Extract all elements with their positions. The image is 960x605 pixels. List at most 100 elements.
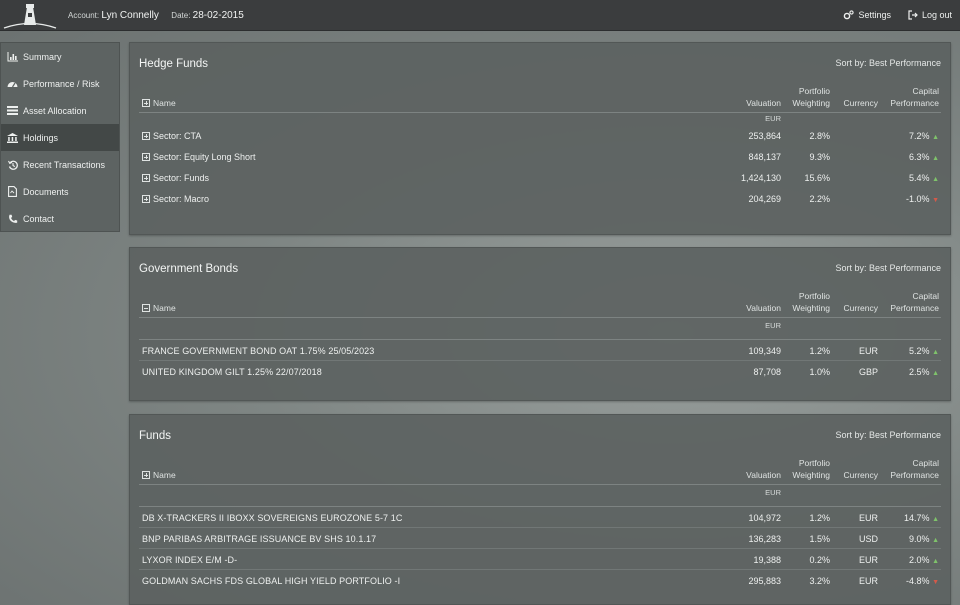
list-icon — [7, 105, 18, 116]
row-valuation: 104,972 — [748, 513, 781, 523]
row-name: Sector: Macro — [153, 194, 210, 204]
row-currency: EUR — [858, 513, 878, 523]
sidebar-item-performance-risk[interactable]: Performance / Risk — [1, 70, 119, 97]
row-performance: 14.7% — [904, 513, 930, 523]
performance-column-header[interactable]: Capital Performance — [879, 85, 939, 109]
row-weighting: 0.2% — [809, 555, 830, 565]
bank-icon — [7, 132, 18, 143]
row-weighting: 9.3% — [809, 152, 830, 162]
expand-icon[interactable] — [142, 132, 150, 140]
sidebar-item-contact[interactable]: Contact — [1, 205, 119, 232]
sidebar-item-label: Asset Allocation — [23, 105, 87, 116]
table-row[interactable]: UNITED KINGDOM GILT 1.25% 22/07/2018 87,… — [139, 361, 941, 382]
up-arrow-icon: ▲ — [932, 134, 939, 141]
row-name: BNP PARIBAS ARBITRAGE ISSUANCE BV SHS 10… — [142, 534, 377, 544]
row-name: Sector: CTA — [153, 131, 202, 141]
expand-all-icon[interactable] — [142, 471, 150, 479]
government-bonds-panel: Government Bonds Sort by: Best Performan… — [129, 247, 951, 401]
sidebar-item-label: Documents — [23, 186, 69, 197]
table-row[interactable]: LYXOR INDEX E/M -D- 19,388 0.2% EUR 2.0%… — [139, 549, 941, 570]
expand-icon[interactable] — [142, 195, 150, 203]
valuation-column-header[interactable]: Valuation — [746, 469, 781, 481]
row-currency: GBP — [858, 367, 878, 377]
table-row[interactable]: Sector: Funds 1,424,130 15.6% 5.4% ▲ — [139, 167, 941, 188]
sort-dropdown[interactable]: Sort by: Best Performance — [835, 58, 941, 68]
table-row[interactable]: GOLDMAN SACHS FDS GLOBAL HIGH YIELD PORT… — [139, 570, 941, 591]
collapse-all-icon[interactable] — [142, 304, 150, 312]
expand-icon[interactable] — [142, 174, 150, 182]
up-arrow-icon: ▲ — [932, 516, 939, 523]
logout-button[interactable]: Log out — [908, 10, 952, 20]
hedge-funds-table: Name Valuation Portfolio Weighting Curren… — [139, 81, 941, 209]
name-column-header[interactable]: Name — [142, 97, 176, 109]
sidebar-item-summary[interactable]: Summary — [1, 43, 119, 70]
document-icon — [7, 186, 18, 197]
up-arrow-icon: ▲ — [932, 155, 939, 162]
row-weighting: 1.0% — [809, 367, 830, 377]
units-row: EUR — [139, 318, 941, 340]
logout-label: Log out — [921, 10, 952, 20]
table-header: Name Valuation Portfolio Weighting Curren… — [139, 453, 941, 485]
row-valuation: 295,883 — [748, 576, 781, 586]
sidebar-item-holdings[interactable]: Holdings — [1, 124, 119, 151]
row-name: DB X-TRACKERS II IBOXX SOVEREIGNS EUROZO… — [142, 513, 403, 523]
date-label: Date: — [171, 11, 191, 20]
table-header: Name Valuation Portfolio Weighting Curren… — [139, 81, 941, 113]
row-name: Sector: Equity Long Short — [153, 152, 256, 162]
sidebar-item-label: Performance / Risk — [23, 78, 100, 89]
funds-panel: Funds Sort by: Best Performance Name Val… — [129, 414, 951, 605]
performance-column-header[interactable]: Capital Performance — [879, 290, 939, 314]
row-valuation: 204,269 — [748, 194, 781, 204]
units-label: EUR — [765, 321, 781, 330]
sort-dropdown[interactable]: Sort by: Best Performance — [835, 263, 941, 273]
sidebar-item-label: Holdings — [23, 132, 59, 143]
currency-column-header[interactable]: Currency — [844, 469, 878, 481]
currency-column-header[interactable]: Currency — [844, 302, 878, 314]
performance-column-header[interactable]: Capital Performance — [879, 457, 939, 481]
up-arrow-icon: ▲ — [932, 370, 939, 377]
table-row[interactable]: Sector: Macro 204,269 2.2% -1.0% ▼ — [139, 188, 941, 209]
name-column-header[interactable]: Name — [142, 469, 176, 481]
units-label: EUR — [765, 488, 781, 497]
weighting-column-header[interactable]: Portfolio Weighting — [784, 457, 830, 481]
valuation-column-header[interactable]: Valuation — [746, 97, 781, 109]
units-row: EUR — [139, 113, 941, 125]
name-column-header[interactable]: Name — [142, 302, 176, 314]
cogs-icon — [844, 10, 855, 20]
row-valuation: 136,283 — [748, 534, 781, 544]
sort-dropdown[interactable]: Sort by: Best Performance — [835, 430, 941, 440]
row-currency: EUR — [858, 555, 878, 565]
lighthouse-logo-icon[interactable] — [2, 1, 58, 30]
valuation-column-header[interactable]: Valuation — [746, 302, 781, 314]
row-weighting: 2.2% — [809, 194, 830, 204]
row-weighting: 3.2% — [809, 576, 830, 586]
table-row[interactable]: Sector: CTA 253,864 2.8% 7.2% ▲ — [139, 125, 941, 146]
row-name: Sector: Funds — [153, 173, 210, 183]
sidebar-item-recent-transactions[interactable]: Recent Transactions — [1, 151, 119, 178]
row-performance: -1.0% — [906, 194, 930, 204]
weighting-column-header[interactable]: Portfolio Weighting — [784, 85, 830, 109]
up-arrow-icon: ▲ — [932, 537, 939, 544]
row-weighting: 2.8% — [809, 131, 830, 141]
row-valuation: 19,388 — [753, 555, 781, 565]
table-row[interactable]: Sector: Equity Long Short 848,137 9.3% 6… — [139, 146, 941, 167]
units-label: EUR — [765, 114, 781, 123]
expand-all-icon[interactable] — [142, 99, 150, 107]
weighting-column-header[interactable]: Portfolio Weighting — [784, 290, 830, 314]
row-weighting: 1.5% — [809, 534, 830, 544]
currency-column-header[interactable]: Currency — [844, 97, 878, 109]
row-currency: USD — [858, 534, 878, 544]
row-performance: 7.2% — [909, 131, 930, 141]
row-weighting: 1.2% — [809, 346, 830, 356]
table-row[interactable]: DB X-TRACKERS II IBOXX SOVEREIGNS EUROZO… — [139, 507, 941, 528]
table-row[interactable]: FRANCE GOVERNMENT BOND OAT 1.75% 25/05/2… — [139, 340, 941, 361]
sidebar-item-documents[interactable]: Documents — [1, 178, 119, 205]
gauge-icon — [7, 78, 18, 89]
panel-title: Hedge Funds — [139, 58, 209, 70]
expand-icon[interactable] — [142, 153, 150, 161]
table-row[interactable]: BNP PARIBAS ARBITRAGE ISSUANCE BV SHS 10… — [139, 528, 941, 549]
settings-button[interactable]: Settings — [843, 10, 891, 20]
sidebar-item-asset-allocation[interactable]: Asset Allocation — [1, 97, 119, 124]
date-value: 28-02-2015 — [192, 10, 244, 21]
row-currency: EUR — [858, 346, 878, 356]
